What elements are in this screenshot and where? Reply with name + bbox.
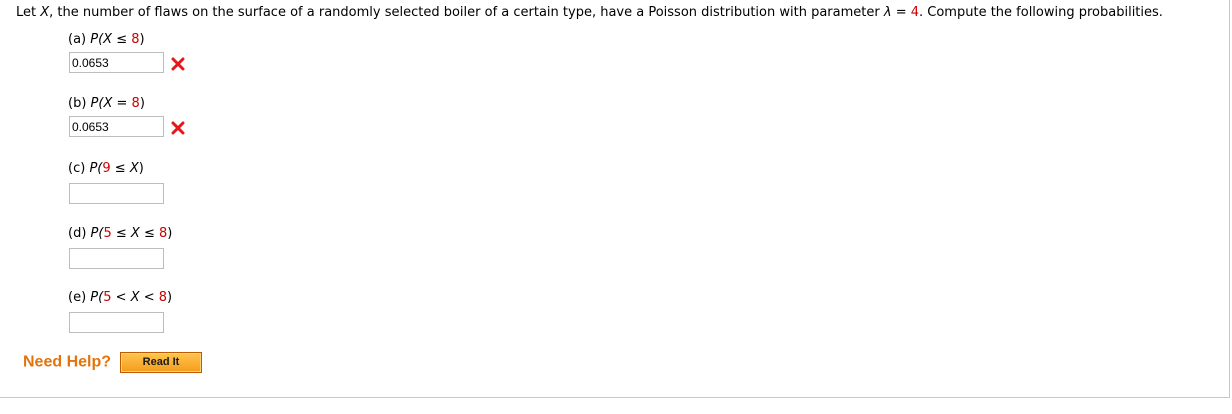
answer-input-a[interactable] — [69, 52, 164, 73]
part-e-label: (e) P(5 < X < 8) — [68, 290, 173, 305]
x-mark-icon — [171, 57, 185, 71]
need-help-section: Need Help? Read It — [23, 352, 203, 373]
part-a: (a) P(X ≤ 8) — [68, 32, 269, 74]
answer-input-e[interactable] — [69, 312, 164, 333]
part-c-label: (c) P(9 ≤ X) — [68, 161, 144, 176]
part-c: (c) P(9 ≤ X) — [68, 161, 269, 205]
read-it-button[interactable]: Read It — [120, 352, 203, 373]
question-frame: Let X, the number of flaws on the surfac… — [0, 0, 1230, 398]
lambda-value: 4 — [910, 5, 920, 20]
part-a-label: (a) P(X ≤ 8) — [68, 32, 145, 47]
part-b-label: (b) P(X = 8) — [68, 96, 145, 111]
x-mark-icon — [171, 121, 185, 135]
part-d-label: (d) P(5 ≤ X ≤ 8) — [68, 226, 173, 241]
answer-input-c[interactable] — [69, 183, 164, 204]
answer-input-d[interactable] — [69, 248, 164, 269]
need-help-label: Need Help? — [23, 353, 112, 371]
part-d: (d) P(5 ≤ X ≤ 8) — [68, 226, 269, 270]
part-e: (e) P(5 < X < 8) — [68, 290, 269, 334]
part-b: (b) P(X = 8) — [68, 96, 269, 138]
question-text: Let X, the number of flaws on the surfac… — [16, 5, 1163, 20]
answer-input-b[interactable] — [69, 116, 164, 137]
